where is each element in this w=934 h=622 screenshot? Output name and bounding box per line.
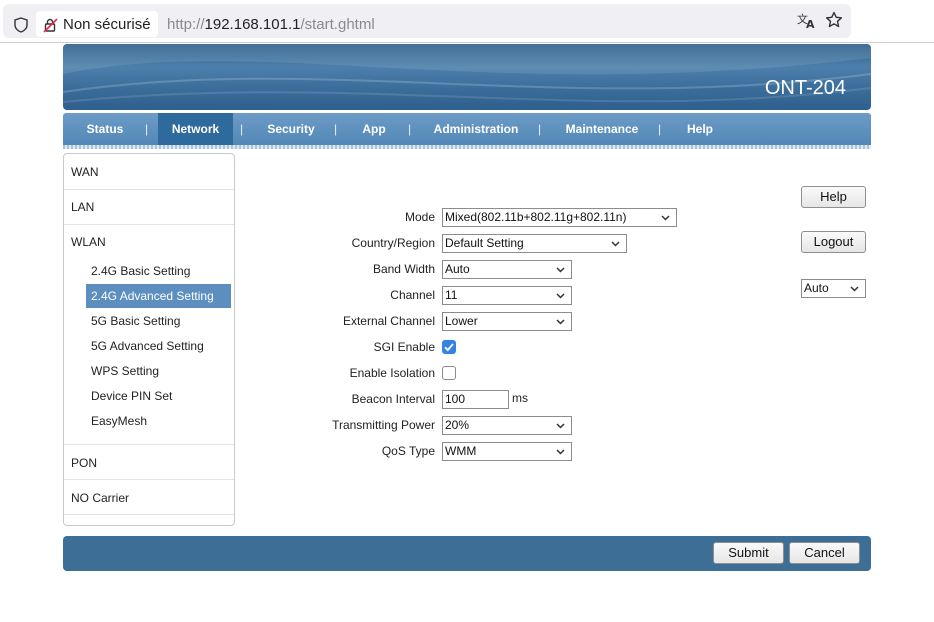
sidebar-item-pon[interactable]: PON [64,444,234,480]
sidebar-subitem-5g-advanced[interactable]: 5G Advanced Setting [86,334,231,358]
qos-type-value: WMM [445,444,477,458]
site-security-indicator[interactable]: Non sécurisé [36,11,158,37]
url-path: /start.ghtml [300,16,375,33]
sidebar: WAN LAN WLAN 2.4G Basic Setting 2.4G Adv… [63,153,235,526]
bandwidth-select[interactable]: Auto [442,260,572,279]
url-host: 192.168.101.1 [204,16,301,33]
tx-power-value: 20% [445,418,470,432]
nav-separator: | [538,122,542,136]
mode-value: Mixed(802.11b+802.11g+802.11n) [445,210,627,224]
sidebar-subitem-easymesh[interactable]: EasyMesh [86,409,231,433]
bandwidth-value: Auto [445,262,470,276]
sidebar-item-label: LAN [71,200,95,214]
chevron-down-icon [556,267,565,273]
external-channel-select[interactable]: Lower [442,312,572,331]
tab-maintenance[interactable]: Maintenance [556,113,648,145]
chevron-down-icon [556,319,565,325]
isolation-label: Enable Isolation [349,366,435,380]
header-banner: ONT-204 [63,44,871,110]
tab-security[interactable]: Security [256,113,326,145]
enable-isolation-checkbox[interactable] [442,366,456,380]
nav-underline [63,145,871,149]
sidebar-subitem-24g-basic[interactable]: 2.4G Basic Setting [86,259,231,283]
country-value: Default Setting [445,236,524,250]
country-label: Country/Region [351,236,435,250]
chevron-down-icon [661,215,670,221]
security-label: Non sécurisé [63,16,151,33]
checkmark-icon [444,343,454,352]
refresh-value: Auto [804,281,829,295]
sidebar-group-wlan: WLAN 2.4G Basic Setting 2.4G Advanced Se… [64,224,234,445]
nav-separator: | [408,122,412,136]
sidebar-item-label: NO Carrier [71,491,130,505]
chevron-down-icon [611,241,620,247]
chevron-down-icon [556,423,565,429]
chevron-down-icon [556,449,565,455]
translate-icon[interactable]: 文 A [797,11,817,32]
sidebar-item-label: PON [71,456,98,470]
channel-select[interactable]: 11 [442,286,572,305]
beacon-interval-input[interactable]: 100 [442,390,509,409]
sidebar-subitem-wps[interactable]: WPS Setting [86,359,231,383]
url-scheme: http:// [167,16,205,33]
qos-type-select[interactable]: WMM [442,442,572,461]
refresh-select[interactable]: Auto [801,279,866,298]
sidebar-item-wan[interactable]: WAN [64,154,234,190]
sidebar-item-wlan[interactable]: WLAN [71,235,106,249]
sgi-enable-checkbox[interactable] [442,340,456,354]
sidebar-item-label: WAN [71,165,99,179]
banner-swoosh-graphic [63,44,871,103]
url-text[interactable]: http://192.168.101.1/start.ghtml [167,16,375,33]
nav-separator: | [145,122,149,136]
sidebar-subitem-24g-advanced[interactable]: 2.4G Advanced Setting [86,284,231,308]
address-bar[interactable]: Non sécurisé http://192.168.101.1/start.… [3,4,851,38]
beacon-unit: ms [512,391,528,405]
nav-separator: | [334,122,338,136]
qos-type-label: QoS Type [381,444,435,458]
bookmark-star-icon[interactable] [825,11,843,32]
mode-select[interactable]: Mixed(802.11b+802.11g+802.11n) [442,208,677,227]
channel-label: Channel [390,288,435,302]
nav-separator: | [240,122,244,136]
shield-icon[interactable] [14,17,28,36]
chevron-down-icon [556,293,565,299]
external-channel-value: Lower [445,314,478,328]
tab-app[interactable]: App [350,113,398,145]
tab-help[interactable]: Help [675,113,725,145]
mode-label: Mode [404,210,435,224]
sgi-label: SGI Enable [373,340,435,354]
tx-power-label: Transmitting Power [332,418,435,432]
channel-value: 11 [445,288,458,302]
beacon-interval-label: Beacon Interval [351,392,435,406]
logout-button[interactable]: Logout [801,231,866,253]
insecure-lock-icon [43,17,59,36]
bandwidth-label: Band Width [372,262,435,276]
sidebar-subitem-device-pin[interactable]: Device PIN Set [86,384,231,408]
help-button[interactable]: Help [801,186,866,208]
tx-power-select[interactable]: 20% [442,416,572,435]
submit-button[interactable]: Submit [713,542,784,564]
action-bar: Submit Cancel [63,536,871,571]
tab-administration[interactable]: Administration [424,113,528,145]
sidebar-item-no-carrier[interactable]: NO Carrier [64,479,234,515]
chevron-down-icon [850,286,859,292]
tab-status[interactable]: Status [73,113,137,145]
main-nav: Status | Network | Security | App | Admi… [63,113,871,145]
sidebar-subitem-5g-basic[interactable]: 5G Basic Setting [86,309,231,333]
browser-toolbar: Non sécurisé http://192.168.101.1/start.… [0,0,934,43]
nav-separator: | [658,122,662,136]
sidebar-item-lan[interactable]: LAN [64,189,234,225]
external-channel-label: External Channel [342,314,435,328]
tab-network[interactable]: Network [158,113,233,145]
svg-text:A: A [806,18,815,29]
cancel-button[interactable]: Cancel [789,542,860,564]
device-model: ONT-204 [764,77,846,99]
country-select[interactable]: Default Setting [442,234,627,253]
